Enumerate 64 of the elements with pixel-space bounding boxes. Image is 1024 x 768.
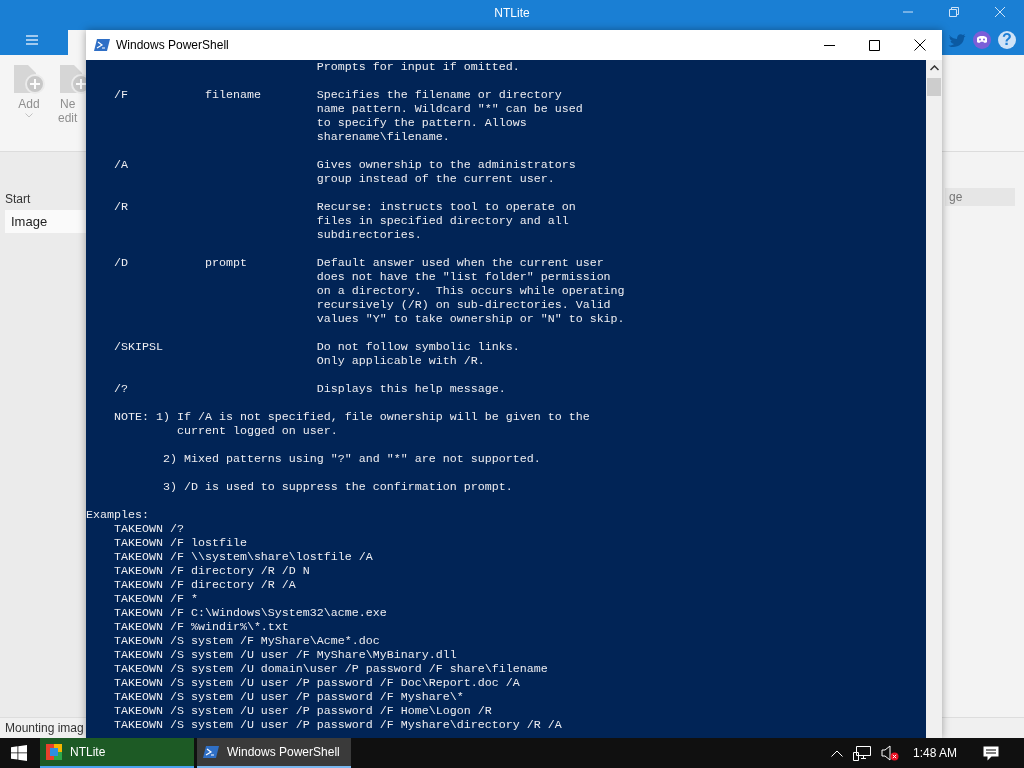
terminal-icon bbox=[94, 38, 110, 52]
console-line: TAKEOWN /F C:\Windows\System32\acme.exe bbox=[112, 606, 388, 620]
console-line: TAKEOWN /F * bbox=[112, 592, 199, 606]
document-add-icon bbox=[58, 63, 86, 95]
console-line: Prompts for input if omitted. bbox=[315, 60, 521, 74]
console-line: TAKEOWN /? bbox=[112, 522, 185, 536]
console-line: sharename\filename. bbox=[315, 130, 451, 144]
window-title: Windows PowerShell bbox=[116, 38, 229, 52]
console-line: current logged on user. bbox=[175, 424, 339, 438]
console-line: TAKEOWN /S system /U user /P password /F Myshare\* bbox=[112, 690, 465, 704]
console-line: TAKEOWN /F directory /R /D N bbox=[112, 564, 311, 578]
console-line: Examples: bbox=[86, 508, 150, 522]
taskbar-button[interactable]: Windows PowerShell bbox=[197, 738, 351, 768]
console-line: TAKEOWN /S system /U user /P password /F Myshare\directory /R /A bbox=[112, 718, 563, 732]
console-line: 3) /D is used to suppress the confirmation prompt. bbox=[161, 480, 514, 494]
scroll-up-icon[interactable] bbox=[929, 65, 939, 71]
console-line: TAKEOWN /S system /U user /F MyShare\MyBinary.dll bbox=[112, 648, 458, 662]
console-line: to specify the pattern. Allows bbox=[315, 116, 528, 130]
chevron-up-icon[interactable] bbox=[830, 749, 843, 757]
app-title: NTLite bbox=[494, 5, 530, 20]
terminal-icon bbox=[203, 745, 219, 759]
console-line: subdirectories. bbox=[315, 228, 423, 242]
panel-header: Start bbox=[5, 192, 32, 206]
console-line: on a directory. This occurs while operating bbox=[315, 284, 626, 298]
console-line: TAKEOWN /F %windir%\*.txt bbox=[112, 620, 290, 634]
windows-logo-icon[interactable] bbox=[11, 745, 27, 761]
console-line: /R Recurse: instructs tool to operate on bbox=[112, 200, 577, 214]
console-line: /D prompt Default answer used when the current user bbox=[112, 256, 605, 270]
console-line: TAKEOWN /F directory /R /A bbox=[112, 578, 297, 592]
console-line: TAKEOWN /F \\system\share\lostfile /A bbox=[112, 550, 374, 564]
taskbar-button[interactable]: NTLite bbox=[40, 738, 194, 768]
scrollbar[interactable] bbox=[926, 60, 942, 738]
document-add-icon bbox=[12, 63, 46, 95]
controller-icon[interactable] bbox=[973, 31, 991, 49]
scroll-thumb[interactable] bbox=[927, 78, 941, 96]
console-line: does not have the "list folder" permission bbox=[315, 270, 612, 284]
console-line: group instead of the current user. bbox=[315, 172, 556, 186]
app-icon bbox=[46, 744, 62, 760]
console-line: TAKEOWN /F lostfile bbox=[112, 536, 248, 550]
console-line: TAKEOWN /S system /U domain\user /P password /F share\filename bbox=[112, 662, 549, 676]
console-line: values "Y" to take ownership or "N" to skip. bbox=[315, 312, 626, 326]
console-line: name pattern. Wildcard "*" can be used bbox=[315, 102, 584, 116]
console-line: /A Gives ownership to the administrators bbox=[112, 158, 577, 172]
notifications-icon[interactable] bbox=[983, 745, 999, 761]
console-line: TAKEOWN /S system /U user /P password /F Home\Logon /R bbox=[112, 704, 493, 718]
close-icon[interactable] bbox=[914, 39, 926, 51]
volume-icon[interactable] bbox=[880, 745, 899, 761]
console-line: Only applicable with /R. bbox=[315, 354, 486, 368]
maximize-icon[interactable] bbox=[869, 39, 880, 51]
panel-header: ge bbox=[945, 188, 1015, 206]
console-line: /F filename Specifies the filename or directory bbox=[112, 88, 563, 102]
panel-item[interactable]: Image bbox=[5, 210, 86, 233]
console-line: recursively (/R) on sub-directories. Valid bbox=[315, 298, 612, 312]
console-line: 2) Mixed patterns using "?" and "*" are not supported. bbox=[161, 452, 542, 466]
console-line: TAKEOWN /S system /F MyShare\Acme*.doc bbox=[112, 634, 381, 648]
console-line: files in specified directory and all bbox=[315, 214, 570, 228]
restore-icon[interactable] bbox=[948, 6, 960, 18]
console-line: NOTE: 1) If /A is not specified, file ownership will be given to the bbox=[112, 410, 591, 424]
console-line: /SKIPSL Do not follow symbolic links. bbox=[112, 340, 521, 354]
console-line: TAKEOWN /S system /U user /P password /F Doc\Report.doc /A bbox=[112, 676, 521, 690]
console-line: /? Displays this help message. bbox=[112, 382, 507, 396]
network-icon[interactable] bbox=[852, 745, 871, 761]
clock[interactable]: 1:48 AM bbox=[912, 746, 957, 760]
status-text: Mounting imag bbox=[5, 721, 84, 735]
